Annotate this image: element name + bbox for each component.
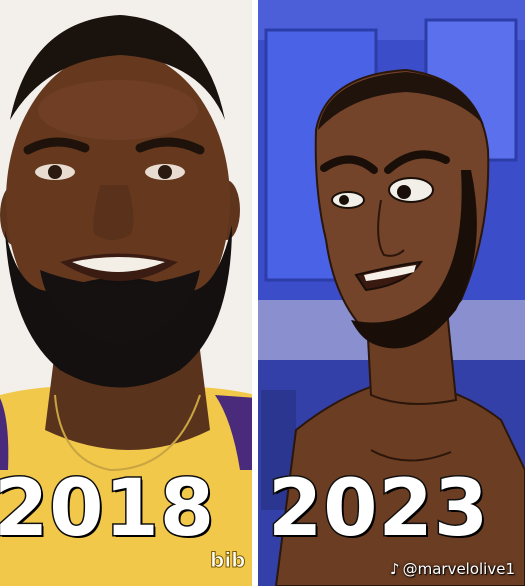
- jersey-sponsor-text: bib: [210, 548, 246, 573]
- watermark: ♪ @marvelolive1: [390, 560, 515, 578]
- panel-divider: [252, 0, 258, 586]
- left-year-caption: 2018: [0, 464, 216, 554]
- right-year-caption: 2023: [266, 464, 490, 554]
- meme-image: bib 2018 2023 ♪ @marvelolive1: [0, 0, 525, 586]
- tiktok-note-icon: ♪: [390, 560, 400, 578]
- watermark-text: @marvelolive1: [402, 560, 515, 578]
